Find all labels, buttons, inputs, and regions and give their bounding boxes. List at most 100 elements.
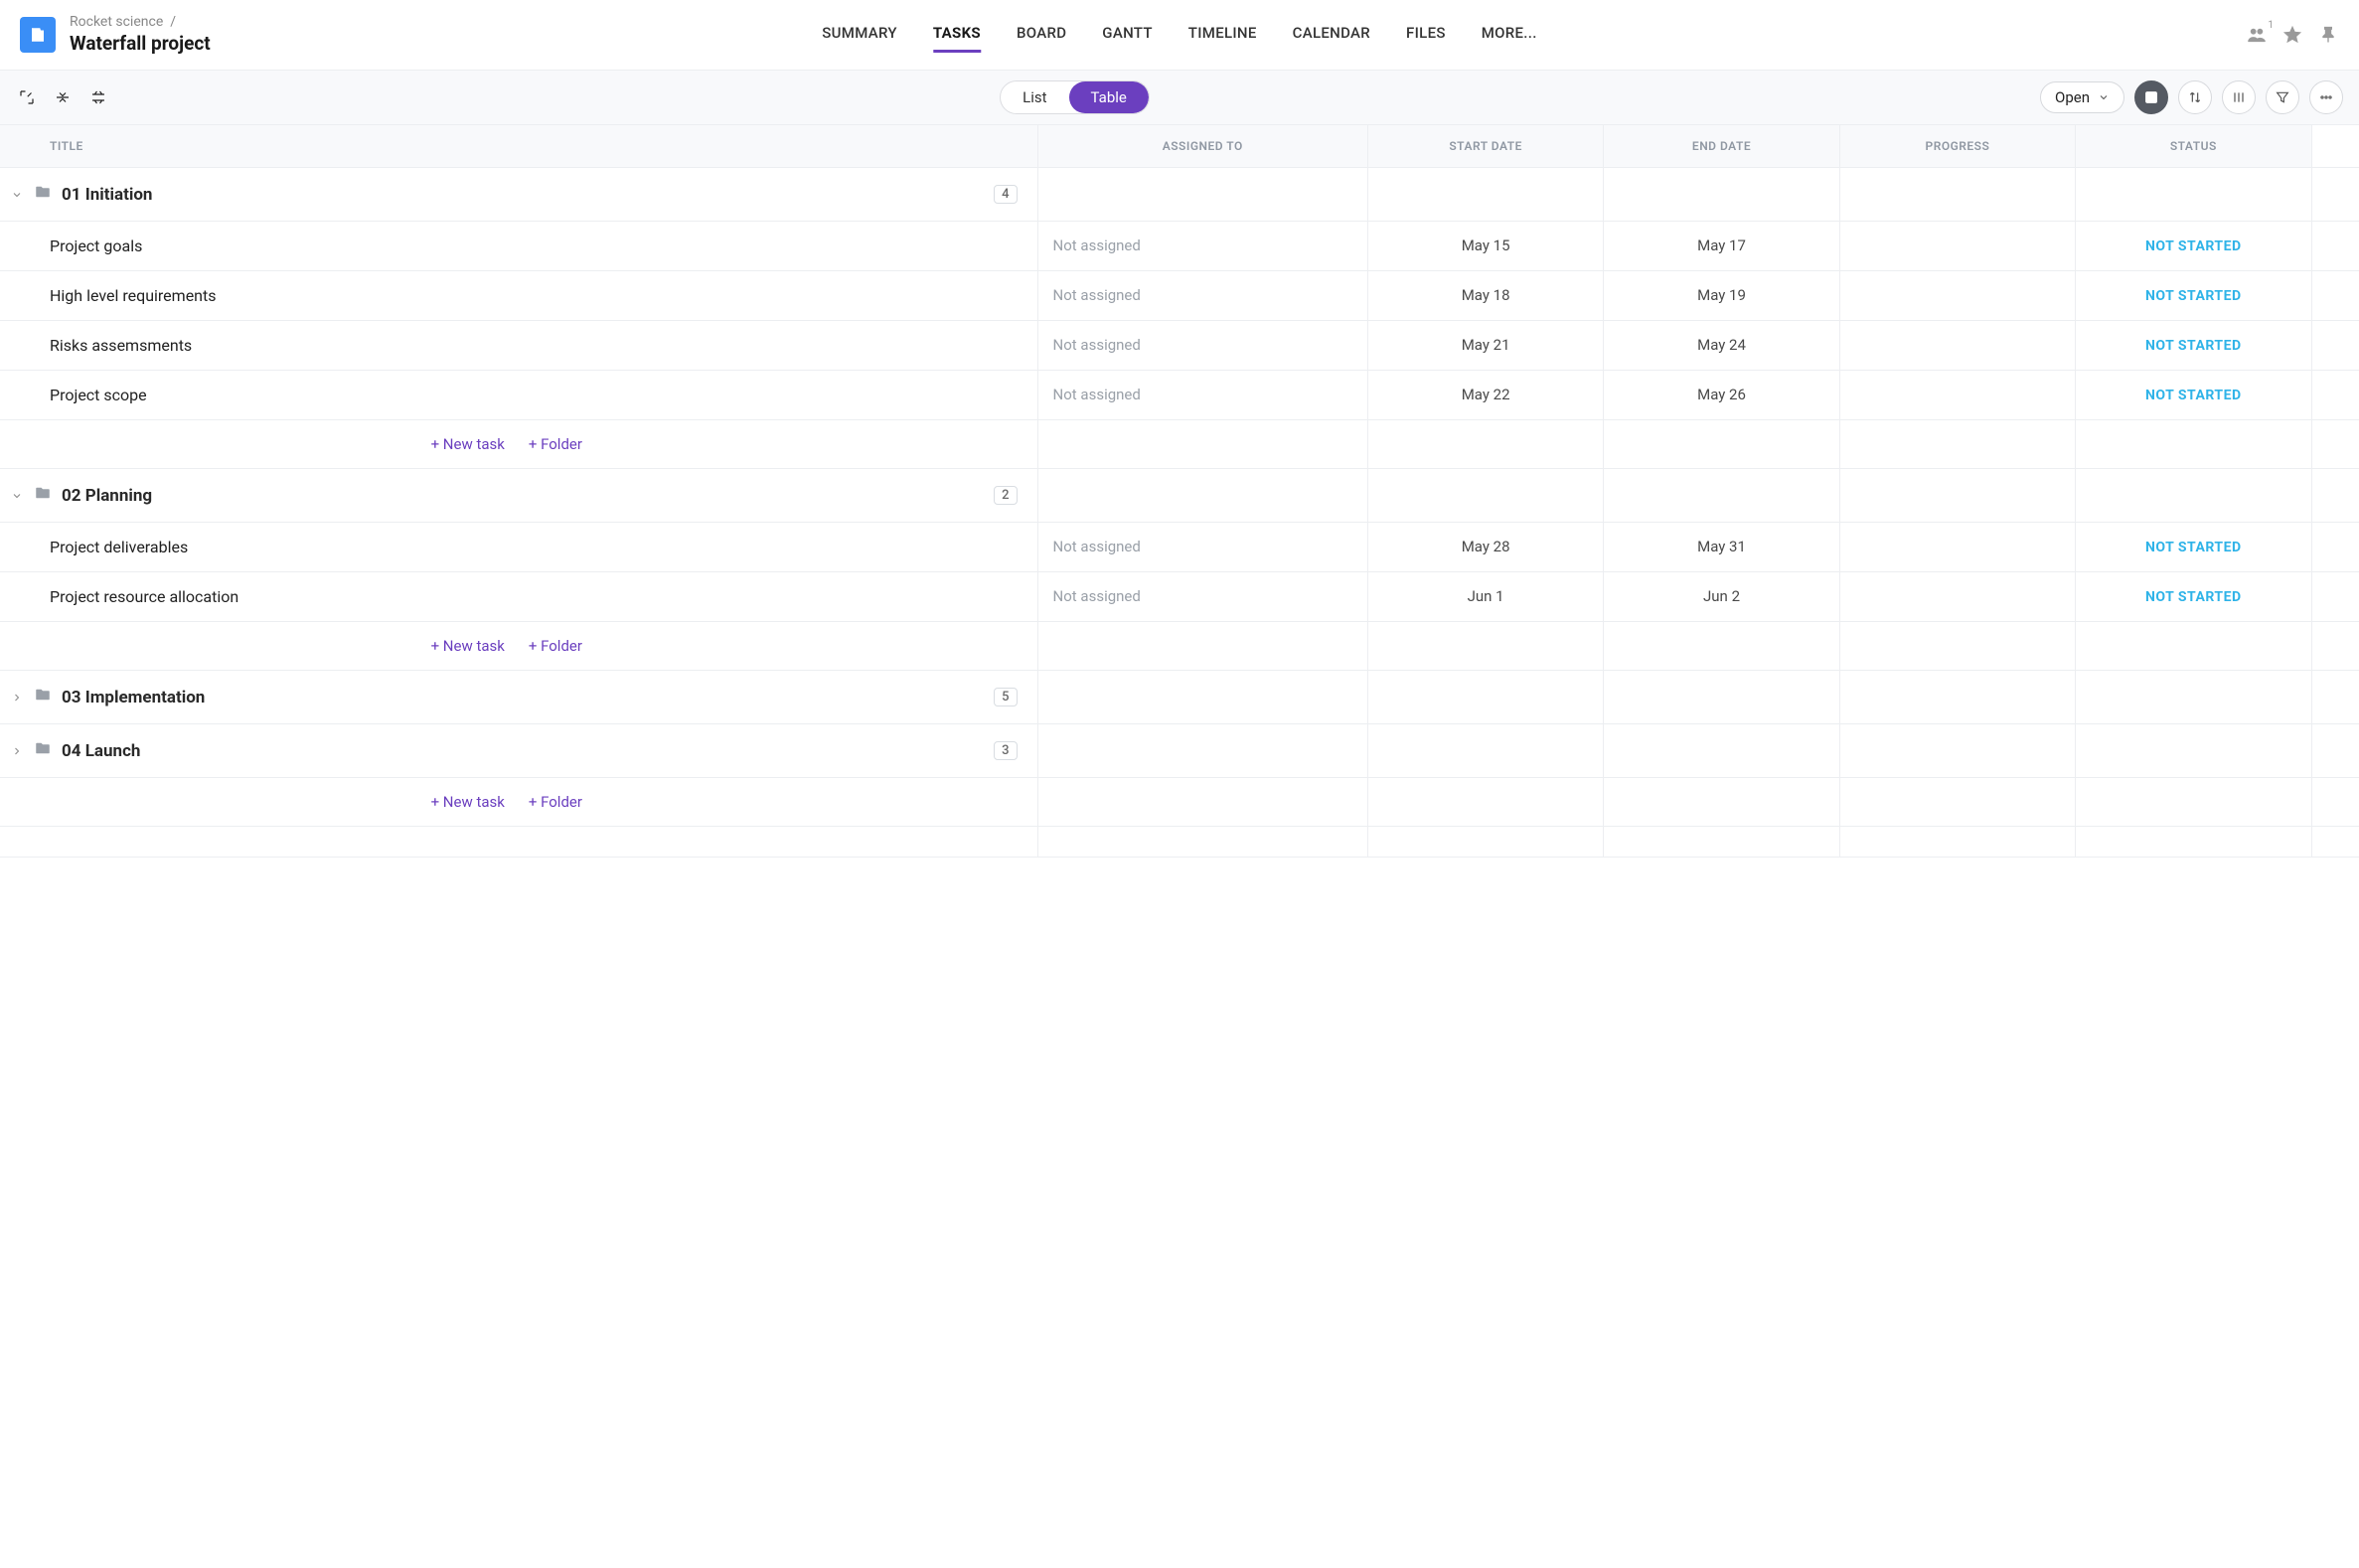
star-icon[interactable]: [2281, 24, 2303, 46]
task-start[interactable]: May 15: [1368, 222, 1604, 271]
task-end[interactable]: May 24: [1604, 321, 1839, 371]
task-status[interactable]: NOT STARTED: [2076, 271, 2311, 321]
pin-icon[interactable]: [2317, 24, 2339, 46]
tab-timeline[interactable]: TIMELINE: [1188, 16, 1257, 53]
task-title[interactable]: High level requirements: [0, 271, 1038, 321]
status-badge[interactable]: NOT STARTED: [2145, 338, 2242, 354]
task-end[interactable]: May 17: [1604, 222, 1839, 271]
task-status[interactable]: NOT STARTED: [2076, 523, 2311, 572]
status-badge[interactable]: NOT STARTED: [2145, 288, 2242, 304]
group-header[interactable]: 03 Implementation5: [0, 671, 1038, 724]
breadcrumb-parent[interactable]: Rocket science: [70, 14, 163, 30]
new-folder-link[interactable]: + Folder: [529, 637, 582, 655]
expand-icon[interactable]: [87, 86, 109, 108]
view-list[interactable]: List: [1001, 81, 1068, 113]
tab-tasks[interactable]: TASKS: [933, 16, 981, 53]
columns-icon[interactable]: [2222, 80, 2256, 114]
chevron-icon[interactable]: [10, 744, 24, 758]
group-header[interactable]: 04 Launch3: [0, 724, 1038, 778]
tab-board[interactable]: BOARD: [1017, 16, 1066, 53]
new-task-link[interactable]: + New task: [431, 793, 505, 811]
chevron-icon[interactable]: [10, 188, 24, 202]
tab-files[interactable]: FILES: [1406, 16, 1446, 53]
task-progress[interactable]: [1840, 371, 2076, 420]
col-end[interactable]: END DATE: [1604, 125, 1839, 168]
col-title[interactable]: TITLE: [0, 125, 1038, 168]
col-status[interactable]: STATUS: [2076, 125, 2311, 168]
task-status[interactable]: NOT STARTED: [2076, 572, 2311, 622]
group-count: 2: [994, 486, 1017, 505]
task-end[interactable]: May 31: [1604, 523, 1839, 572]
col-assigned[interactable]: ASSIGNED TO: [1038, 125, 1368, 168]
group-header[interactable]: 01 Initiation4: [0, 168, 1038, 222]
more-icon[interactable]: [2309, 80, 2343, 114]
task-status[interactable]: NOT STARTED: [2076, 371, 2311, 420]
task-assigned[interactable]: Not assigned: [1038, 523, 1368, 572]
status-filter-label: Open: [2055, 88, 2090, 106]
status-filter[interactable]: Open: [2040, 81, 2124, 113]
task-title[interactable]: Project scope: [0, 371, 1038, 420]
task-status[interactable]: NOT STARTED: [2076, 321, 2311, 371]
task-end[interactable]: May 26: [1604, 371, 1839, 420]
task-title[interactable]: Risks assemsments: [0, 321, 1038, 371]
task-assigned[interactable]: Not assigned: [1038, 271, 1368, 321]
new-folder-link[interactable]: + Folder: [529, 435, 582, 453]
breadcrumb[interactable]: Rocket science /: [70, 14, 211, 30]
task-progress[interactable]: [1840, 271, 2076, 321]
view-switch: List Table: [1000, 80, 1150, 114]
task-status[interactable]: NOT STARTED: [2076, 222, 2311, 271]
tab-calendar[interactable]: CALENDAR: [1293, 16, 1370, 53]
tab-gantt[interactable]: GANTT: [1102, 16, 1153, 53]
adder-cell: + New task + Folder: [0, 622, 1038, 671]
task-end[interactable]: Jun 2: [1604, 572, 1839, 622]
task-assigned[interactable]: Not assigned: [1038, 222, 1368, 271]
tab-summary[interactable]: SUMMARY: [822, 16, 897, 53]
task-progress[interactable]: [1840, 572, 2076, 622]
header: Rocket science / Waterfall project SUMMA…: [0, 0, 2359, 70]
task-end[interactable]: May 19: [1604, 271, 1839, 321]
adder-cell: + New task + Folder: [0, 420, 1038, 469]
new-folder-link[interactable]: + Folder: [529, 793, 582, 811]
status-badge[interactable]: NOT STARTED: [2145, 238, 2242, 254]
group-count: 4: [994, 185, 1017, 204]
task-start[interactable]: May 21: [1368, 321, 1604, 371]
share-people-icon[interactable]: 1: [2246, 24, 2268, 46]
task-title[interactable]: Project resource allocation: [0, 572, 1038, 622]
view-table[interactable]: Table: [1069, 81, 1149, 113]
col-start[interactable]: START DATE: [1368, 125, 1604, 168]
status-badge[interactable]: NOT STARTED: [2145, 388, 2242, 403]
status-badge[interactable]: NOT STARTED: [2145, 589, 2242, 605]
chevron-icon[interactable]: [10, 489, 24, 503]
task-start[interactable]: May 18: [1368, 271, 1604, 321]
toolbar-right: Open: [2040, 80, 2343, 114]
chevron-icon[interactable]: [10, 691, 24, 705]
adder-cell: + New task + Folder: [0, 778, 1038, 827]
group-header[interactable]: 02 Planning 2: [0, 469, 1038, 523]
task-progress[interactable]: [1840, 222, 2076, 271]
filter-icon[interactable]: [2266, 80, 2299, 114]
new-task-link[interactable]: + New task: [431, 637, 505, 655]
toggle-checkbox-icon[interactable]: [2134, 80, 2168, 114]
status-badge[interactable]: NOT STARTED: [2145, 540, 2242, 555]
task-start[interactable]: May 28: [1368, 523, 1604, 572]
collapse-icon[interactable]: [52, 86, 74, 108]
tab-more[interactable]: MORE...: [1482, 16, 1537, 53]
sort-icon[interactable]: [2178, 80, 2212, 114]
task-assigned[interactable]: Not assigned: [1038, 321, 1368, 371]
new-task-link[interactable]: + New task: [431, 435, 505, 453]
task-assigned[interactable]: Not assigned: [1038, 572, 1368, 622]
task-start[interactable]: Jun 1: [1368, 572, 1604, 622]
project-block: Rocket science / Waterfall project: [20, 14, 211, 55]
fullscreen-icon[interactable]: [16, 86, 38, 108]
col-progress[interactable]: PROGRESS: [1840, 125, 2076, 168]
nav-tabs: SUMMARY TASKS BOARD GANTT TIMELINE CALENDAR FI…: [822, 16, 1536, 53]
task-start[interactable]: May 22: [1368, 371, 1604, 420]
task-progress[interactable]: [1840, 321, 2076, 371]
task-title[interactable]: Project deliverables: [0, 523, 1038, 572]
task-table: TITLE ASSIGNED TO START DATE END DATE PR…: [0, 125, 2359, 858]
folder-icon: [34, 183, 52, 206]
group-name: 02 Planning: [62, 486, 152, 506]
task-progress[interactable]: [1840, 523, 2076, 572]
task-title[interactable]: Project goals: [0, 222, 1038, 271]
task-assigned[interactable]: Not assigned: [1038, 371, 1368, 420]
